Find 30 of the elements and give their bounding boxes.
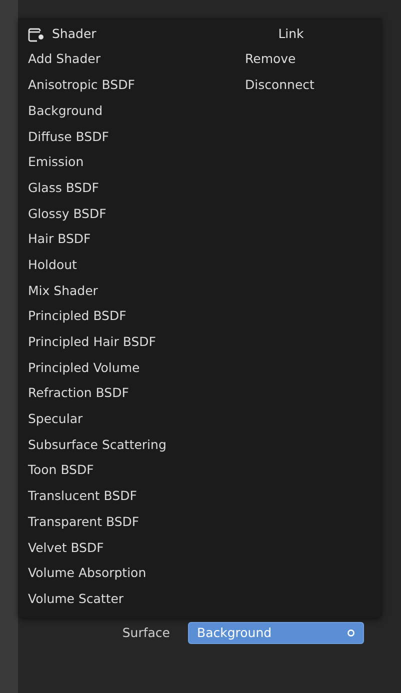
menu-item[interactable]: Transparent BSDF xyxy=(18,509,200,536)
menu-item[interactable]: Principled Hair BSDF xyxy=(18,330,200,356)
menu-item[interactable]: Hair BSDF xyxy=(18,226,200,252)
menu-item[interactable]: Background xyxy=(18,98,200,124)
menu-item[interactable]: Anisotropic BSDF xyxy=(18,72,200,98)
menu-item[interactable]: Diffuse BSDF xyxy=(18,124,200,150)
menu-item[interactable]: Add Shader xyxy=(18,47,200,73)
dropdown-value: Background xyxy=(197,624,272,642)
menu-item[interactable]: Specular xyxy=(18,406,200,432)
socket-icon xyxy=(347,629,355,638)
menu-item[interactable]: Volume Scatter xyxy=(18,586,200,612)
menu-item[interactable]: Holdout xyxy=(18,252,200,278)
menu-item[interactable]: Emission xyxy=(18,150,200,176)
menu-item[interactable]: Principled Volume xyxy=(18,355,200,381)
menu-item[interactable]: Principled BSDF xyxy=(18,304,200,330)
menu-heading: Link xyxy=(278,25,304,44)
menu-item[interactable]: Mix Shader xyxy=(18,278,200,304)
menu-item[interactable]: Subsurface Scattering xyxy=(18,432,200,458)
menu-item[interactable]: Toon BSDF xyxy=(18,458,200,484)
surface-label: Surface xyxy=(121,624,171,642)
menu-item[interactable]: Volume Absorption xyxy=(18,560,200,586)
menu-item[interactable]: Disconnect xyxy=(200,72,382,98)
menu-heading: Shader xyxy=(52,25,96,44)
menu-item[interactable]: Translucent BSDF xyxy=(18,484,200,510)
menu-item[interactable]: Glass BSDF xyxy=(18,175,200,202)
menu-item[interactable]: Glossy BSDF xyxy=(18,201,200,227)
menu-item[interactable]: Velvet BSDF xyxy=(18,535,200,561)
menu-item[interactable]: Remove xyxy=(200,47,382,73)
window-icon xyxy=(28,28,44,42)
menu-item[interactable]: Refraction BSDF xyxy=(18,380,200,407)
